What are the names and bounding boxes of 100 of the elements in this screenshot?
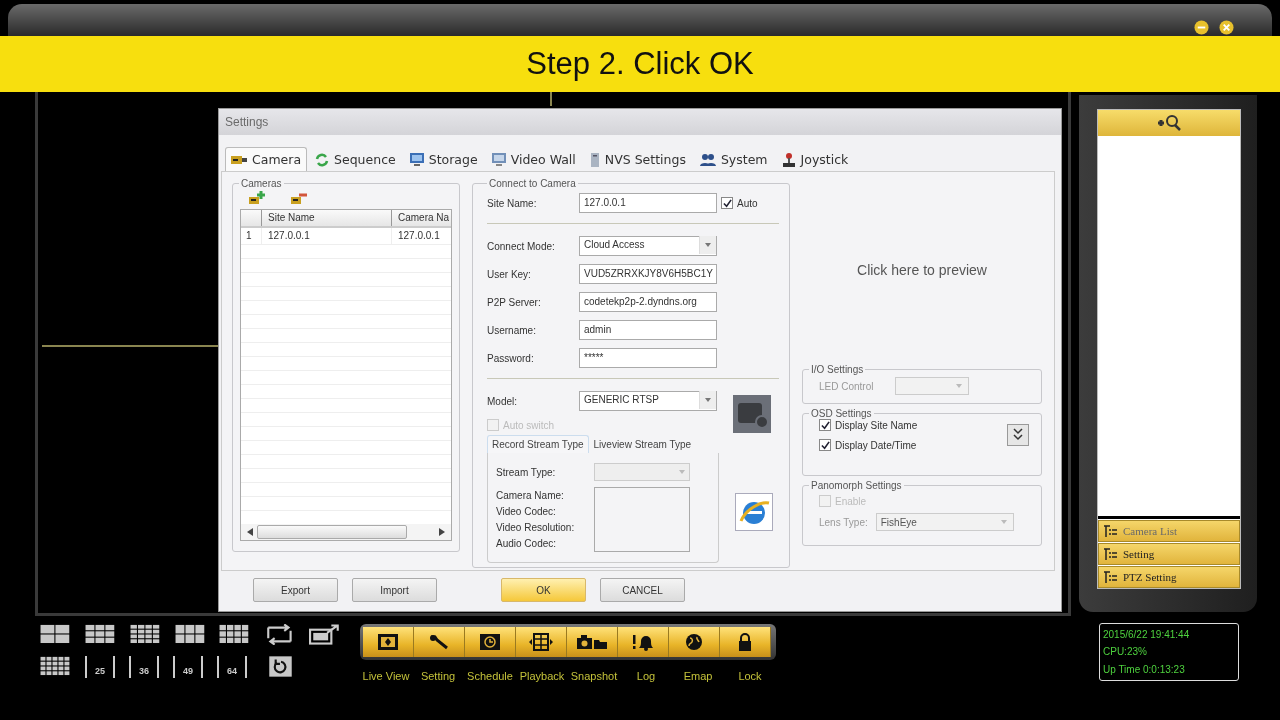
checkbox-label: Auto switch [503,419,555,431]
status-text: CPU:23% [1103,646,1148,658]
table-cell: 127.0.0.1 [261,228,391,244]
table-cell: 127.0.0.1 [391,228,449,244]
search-button[interactable] [1098,110,1240,136]
field-label: Username: [487,324,537,336]
checkbox-label: Auto [737,197,758,209]
input-field[interactable]: admin [579,320,717,340]
panel-tab[interactable]: PTZ Setting [1098,566,1240,588]
tab[interactable]: Video Wall [485,147,582,171]
group-title: Connect to Camera [488,178,577,189]
checkbox[interactable] [721,197,733,209]
toolbar-button[interactable] [465,627,516,657]
tab[interactable]: Storage [403,147,484,171]
caret-icon [705,242,711,247]
group-title: Panomorph Settings [810,480,903,491]
caret-icon [1000,520,1007,524]
remove-camera-icon[interactable] [291,191,307,205]
monitor-icon [377,633,399,651]
layout-button[interactable]: 64 [217,656,247,678]
dialog-button[interactable]: Export [253,578,338,602]
toolbar-button[interactable] [720,627,771,657]
input-field[interactable]: VUD5ZRRXKJY8V6H5BC1Y [579,264,717,284]
wrench-icon [428,633,450,651]
toolbar-button[interactable] [567,627,618,657]
grid-layout-icon[interactable] [40,655,71,677]
dropdown[interactable]: GENERIC RTSP [579,391,717,411]
tab[interactable]: Record Stream Type [487,435,589,453]
toolbar-button[interactable] [363,627,414,657]
dropdown[interactable]: FishEye [875,513,1014,531]
scroll-left-icon[interactable] [247,528,253,536]
column-header[interactable]: Camera Na [391,210,449,226]
minimize-icon[interactable] [1194,20,1209,35]
checkbox[interactable] [819,419,831,431]
field-label: Video Codec: [496,505,557,517]
row-number: 1 [245,229,253,243]
dropdown[interactable]: Cloud Access [579,236,717,256]
scroll-right-icon[interactable] [439,528,445,536]
status-text: 2015/6/22 19:41:44 [1103,629,1191,641]
input-field[interactable]: 127.0.0.1 [579,193,717,213]
toolbar-button[interactable] [516,627,567,657]
field-label: Password: [487,352,535,364]
grid-layout-icon[interactable] [129,624,161,645]
joystick-icon [781,152,796,167]
horizontal-scrollbar[interactable] [241,524,451,540]
toolbar-label: Live View [361,670,411,682]
popout-icon[interactable] [309,624,340,645]
input-field[interactable]: codetekp2p-2.dyndns.org [579,292,717,312]
layout-button[interactable]: 25 [85,656,115,678]
grid-layout-icon[interactable] [40,624,71,645]
dialog-button[interactable]: CANCEL [600,578,685,602]
dialog-button[interactable]: OK [501,578,586,602]
field-label: User Key: [487,268,532,280]
layout-button[interactable]: 49 [173,656,203,678]
input-field[interactable] [594,486,690,504]
tab[interactable]: NVS Settings [583,147,692,171]
column-header[interactable]: Site Name [261,210,391,226]
tab[interactable]: Joystick [775,147,855,171]
tab[interactable]: Liveview Stream Type [588,435,697,453]
layout-button[interactable]: 36 [129,656,159,678]
checkbox-label: Display Site Name [835,419,918,431]
tab[interactable]: System [693,147,774,171]
clock-icon [479,633,501,651]
toolbar-label: Emap [682,670,714,682]
users-icon [699,153,716,166]
add-camera-icon[interactable] [249,191,265,205]
grid-layout-icon[interactable] [174,624,206,645]
dialog-button[interactable]: Import [352,578,437,602]
preview-area[interactable]: Click here to preview [802,180,1042,360]
field-label: Stream Type: [496,466,557,478]
tree-icon [1103,548,1117,560]
caret-icon [956,384,963,388]
checkbox[interactable] [819,439,831,451]
input-field[interactable]: ***** [579,348,717,368]
caret-icon [679,470,685,474]
tree-icon [1103,525,1117,537]
panel-tab[interactable]: Setting [1098,543,1240,565]
tab[interactable]: Sequence [309,147,402,171]
toolbar-button[interactable] [618,627,669,657]
toolbar-button[interactable] [669,627,720,657]
browser-icon[interactable] [735,493,773,531]
toolbar-button[interactable] [414,627,465,657]
close-icon[interactable] [1219,20,1234,35]
caret-icon [705,397,711,402]
window-title: Settings [225,115,269,129]
grid-layout-icon[interactable] [219,624,251,645]
group-title: Cameras [240,178,283,189]
field-label: Model: [487,395,518,407]
toolbar-label: Snapshot [569,670,619,682]
field-label: Connect Mode: [487,240,556,252]
toolbar-label: Lock [737,670,763,682]
field-label: Video Resolution: [496,521,576,533]
grid-layout-icon[interactable] [84,624,116,645]
group-title: OSD Settings [810,408,873,419]
tab[interactable]: Camera [225,147,308,171]
expand-button[interactable] [1007,424,1029,446]
bell-icon [631,633,655,651]
lock-icon [737,633,753,651]
tree-icon [1103,571,1117,583]
globe-icon [684,633,704,651]
